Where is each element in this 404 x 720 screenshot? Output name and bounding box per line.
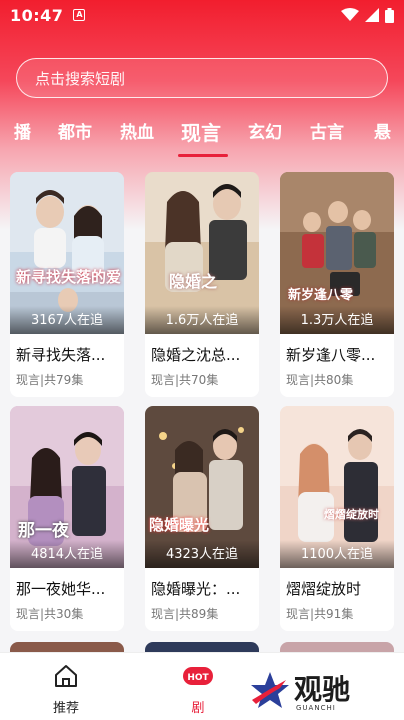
drama-card[interactable]: 隐婚曝光 4323人在追 隐婚曝光：... 现言|共89集 [145, 406, 259, 631]
drama-poster: 隐婚曝光 4323人在追 [145, 406, 259, 568]
watermark-text: 观驰 [294, 673, 351, 706]
watermark-logo: 观驰 GUANCHI [250, 664, 370, 716]
tab-xuan[interactable]: 悬 [374, 118, 391, 154]
tab-xianyan[interactable]: 现言 [181, 118, 221, 154]
viewer-count: 1.3万人在追 [280, 306, 394, 334]
active-tab-indicator [178, 154, 228, 157]
poster-title: 熠熠绽放时 [324, 508, 379, 521]
poster-title: 隐婚之 [169, 272, 218, 291]
drama-poster: 隐婚之 1.6万人在追 [145, 172, 259, 334]
drama-card[interactable]: 新寻找失落的爱 3167人在追 新寻找失落... 现言|共79集 [10, 172, 124, 397]
poster-title: 那一夜 [18, 521, 69, 541]
tab-dushi[interactable]: 都市 [58, 118, 92, 154]
drama-title: 隐婚曝光：... [151, 580, 241, 598]
drama-title: 新寻找失落... [16, 346, 106, 364]
drama-card[interactable]: 熠熠绽放时 1100人在追 熠熠绽放时 现言|共91集 [280, 406, 394, 631]
drama-title: 新岁逢八零... [286, 346, 376, 364]
star-logo-icon [251, 672, 289, 708]
drama-meta: 现言|共30集 [16, 607, 84, 621]
drama-card[interactable]: 新岁逢八零 1.3万人在追 新岁逢八零... 现言|共80集 [280, 172, 394, 397]
drama-title: 那一夜她华... [16, 580, 106, 598]
drama-meta: 现言|共89集 [151, 607, 219, 621]
viewer-count: 1100人在追 [280, 540, 394, 568]
tab-guyan[interactable]: 古言 [310, 118, 344, 154]
battery-icon [385, 7, 394, 23]
svg-text:HOT: HOT [187, 673, 209, 683]
drama-poster: 那一夜 4814人在追 [10, 406, 124, 568]
viewer-count: 1.6万人在追 [145, 306, 259, 334]
nav-label: 剧 [191, 701, 205, 716]
drama-poster: 新寻找失落的爱 3167人在追 [10, 172, 124, 334]
drama-poster: 新岁逢八零 1.3万人在追 [280, 172, 394, 334]
nav-drama[interactable]: HOT 剧 [158, 663, 238, 716]
nav-label: 推荐 [52, 701, 79, 716]
drama-title: 隐婚之沈总... [151, 346, 241, 364]
poster-title: 隐婚曝光 [149, 516, 210, 534]
viewer-count: 4814人在追 [10, 540, 124, 568]
viewer-count: 3167人在追 [10, 306, 124, 334]
drama-meta: 现言|共91集 [286, 607, 354, 621]
nav-recommend[interactable]: 推荐 [26, 663, 106, 716]
category-tabs: 播 都市 热血 现言 玄幻 古言 悬 [0, 118, 404, 158]
drama-card[interactable]: 那一夜 4814人在追 那一夜她华... 现言|共30集 [10, 406, 124, 631]
drama-card[interactable]: 隐婚之 1.6万人在追 隐婚之沈总... 现言|共70集 [145, 172, 259, 397]
search-placeholder: 点击搜索短剧 [35, 69, 126, 88]
poster-title: 新岁逢八零 [288, 288, 354, 303]
drama-meta: 现言|共79集 [16, 373, 84, 387]
tab-xuanhuan[interactable]: 玄幻 [248, 118, 282, 154]
drama-poster: 熠熠绽放时 1100人在追 [280, 406, 394, 568]
viewer-count: 4323人在追 [145, 540, 259, 568]
drama-meta: 现言|共80集 [286, 373, 354, 387]
drama-title: 熠熠绽放时 [286, 580, 362, 598]
search-input[interactable]: 点击搜索短剧 [16, 58, 388, 98]
wifi-icon [341, 8, 359, 21]
status-bar: 10:47 A [0, 0, 404, 30]
status-time: 10:47 [10, 5, 64, 25]
notification-a-icon: A [73, 9, 86, 21]
hot-icon: HOT [183, 667, 213, 685]
tab-bo[interactable]: 播 [14, 118, 31, 154]
tab-rexue[interactable]: 热血 [120, 118, 154, 154]
home-icon [55, 665, 77, 687]
drama-meta: 现言|共70集 [151, 373, 219, 387]
poster-title: 新寻找失落的爱 [16, 268, 122, 286]
watermark-subtext: GUANCHI [296, 704, 336, 712]
signal-icon [365, 8, 379, 22]
